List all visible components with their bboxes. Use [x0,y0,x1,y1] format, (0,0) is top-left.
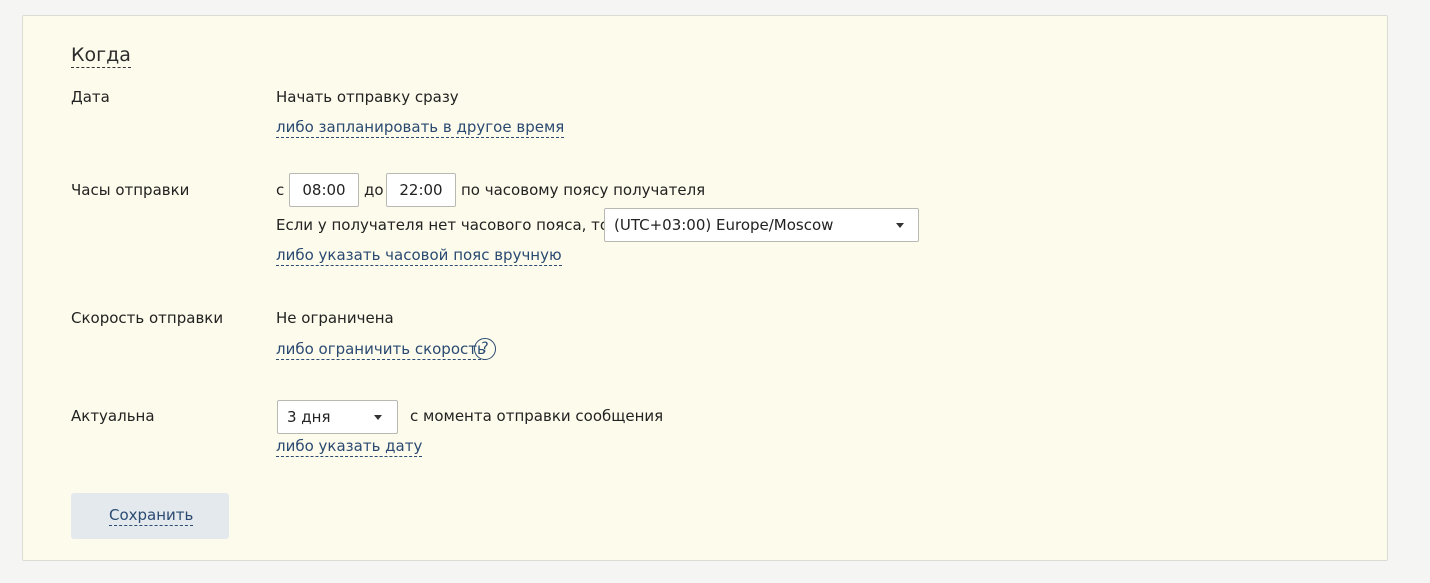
speed-value: Не ограничена [276,309,394,327]
hours-label: Часы отправки [71,181,190,199]
relevance-select[interactable]: 3 дня [277,400,398,434]
specify-date-link[interactable]: либо указать дату [276,437,423,457]
timezone-select-value: (UTC+03:00) Europe/Moscow [614,216,834,234]
question-circle-icon[interactable]: ? [474,338,496,360]
hours-suffix: по часовому поясу получателя [461,181,706,199]
hours-from-input[interactable] [289,173,359,207]
save-button-label: Сохранить [109,506,194,526]
section-title[interactable]: Когда [71,44,131,68]
hours-to-input[interactable] [386,173,456,207]
schedule-panel: Когда Дата Начать отправку сразу либо за… [22,15,1388,561]
date-value: Начать отправку сразу [276,88,459,106]
date-label: Дата [71,88,110,106]
fallback-timezone-text: Если у получателя нет часового пояса, то… [276,216,633,234]
chevron-down-icon [374,415,382,420]
hours-to-prefix: до [364,181,384,199]
schedule-later-link[interactable]: либо запланировать в другое время [276,118,565,138]
manual-timezone-link[interactable]: либо указать часовой пояс вручную [276,246,562,266]
speed-label: Скорость отправки [71,309,224,327]
save-button[interactable]: Сохранить [71,493,229,539]
relevance-suffix: с момента отправки сообщения [410,407,664,425]
relevance-label: Актуальна [71,407,155,425]
timezone-select[interactable]: (UTC+03:00) Europe/Moscow [604,208,919,242]
hours-from-prefix: с [276,181,285,199]
chevron-down-icon [896,223,904,228]
relevance-select-value: 3 дня [287,408,331,426]
limit-speed-link[interactable]: либо ограничить скорость [276,340,486,360]
